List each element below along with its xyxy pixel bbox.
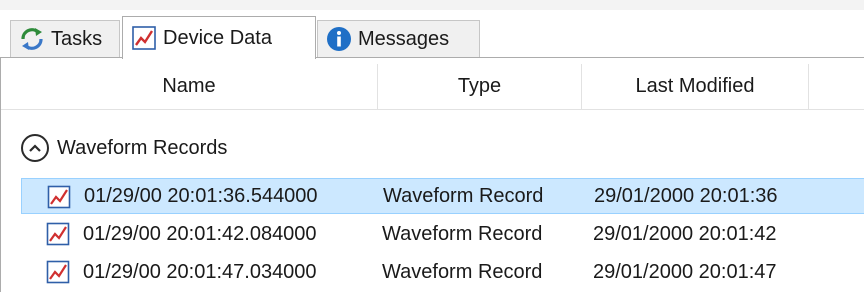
cell-name: 01/29/00 20:01:36.544000 [84,184,318,207]
waveform-chart-icon [46,260,70,284]
refresh-arrows-icon [19,26,45,52]
collapse-chevron-up-icon[interactable] [21,134,49,162]
column-header-last-modified[interactable]: Last Modified [582,64,809,109]
tab-tasks[interactable]: Tasks [10,20,120,57]
column-header-name[interactable]: Name [1,64,378,109]
tab-messages[interactable]: Messages [317,20,480,57]
table-row[interactable]: 01/29/00 20:01:42.084000 Waveform Record… [21,216,864,252]
table-row[interactable]: 01/29/00 20:01:47.034000 Waveform Record… [21,254,864,290]
device-data-window: Tasks Device Data Messages Name Type Las… [0,0,864,292]
cell-name: 01/29/00 20:01:42.084000 [83,222,317,245]
info-icon [326,26,352,52]
group-header-label: Waveform Records [57,136,228,159]
cell-type: Waveform Record [383,184,544,207]
column-header-last-modified-label: Last Modified [635,75,755,97]
cell-last-modified: 29/01/2000 20:01:36 [594,184,778,207]
cell-type: Waveform Record [382,260,543,283]
column-header-name-label: Name [162,75,216,97]
column-header-type[interactable]: Type [378,64,582,109]
column-header-row: Name Type Last Modified [1,64,864,110]
device-data-panel: Name Type Last Modified Waveform Records [0,57,864,292]
cell-type: Waveform Record [382,222,543,245]
tab-strip: Tasks Device Data Messages [0,0,864,59]
table-row[interactable]: 01/29/00 20:01:36.544000 Waveform Record… [21,178,864,214]
waveform-chart-icon [47,185,71,209]
tab-tasks-label: Tasks [51,27,103,50]
cell-name: 01/29/00 20:01:47.034000 [83,260,317,283]
tab-messages-label: Messages [358,27,450,50]
cell-last-modified: 29/01/2000 20:01:47 [593,260,777,283]
tab-device-data-label: Device Data [163,26,272,49]
waveform-chart-icon [46,222,70,246]
column-header-type-label: Type [457,75,502,97]
top-band [0,0,864,10]
group-header-waveform-records[interactable]: Waveform Records [21,130,227,166]
tab-device-data[interactable]: Device Data [122,16,316,59]
cell-last-modified: 29/01/2000 20:01:42 [593,222,777,245]
line-chart-icon [131,25,157,51]
